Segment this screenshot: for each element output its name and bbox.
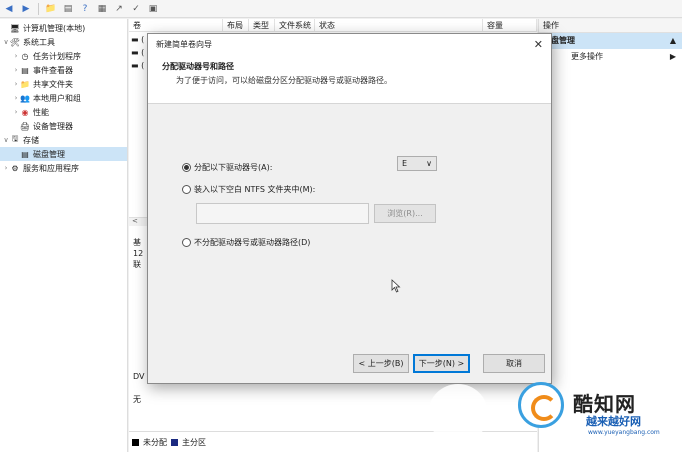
dialog-titlebar[interactable]: 新建简单卷向导 ✕ — [148, 34, 551, 54]
browse-button[interactable]: 浏览(R)... — [374, 204, 436, 223]
legend-primary-swatch — [171, 438, 178, 446]
console-tree: 🖥 计算机管理(本地) ∨ 🛠 系统工具 › ◷ 任务计划程序 › ▤ 事件查看… — [0, 19, 128, 452]
close-icon[interactable]: ✕ — [534, 38, 543, 51]
computer-icon: 🖥 — [9, 23, 21, 33]
col-volume[interactable]: 卷 — [129, 19, 223, 31]
folder-path-input[interactable] — [196, 203, 369, 224]
column-header: 卷 布局 类型 文件系统 状态 容量 — [129, 19, 537, 32]
dialog-description: 为了便于访问，可以给磁盘分区分配驱动器号或驱动器路径。 — [176, 76, 392, 85]
volume-row[interactable]: ▬ ( — [131, 61, 144, 70]
tree-item-shared-folders[interactable]: › 📁 共享文件夹 — [0, 77, 127, 91]
cdrom-info[interactable]: DV 无 — [133, 371, 145, 405]
shared-folder-icon: 📁 — [20, 79, 30, 89]
chevron-down-icon[interactable]: ∨ — [2, 136, 10, 144]
chevron-right-icon[interactable]: › — [12, 94, 20, 102]
help-icon[interactable]: ? — [78, 2, 92, 16]
col-filesystem[interactable]: 文件系统 — [275, 19, 315, 31]
back-arrow-icon[interactable]: ◀ — [2, 2, 16, 16]
volume-row[interactable]: ▬ ( — [131, 35, 144, 44]
disk-0-info[interactable]: 基 12 联 — [133, 237, 143, 270]
option-no-drive-letter[interactable]: 不分配驱动器号或驱动器路径(D) — [182, 237, 310, 248]
chevron-right-icon[interactable]: › — [12, 108, 20, 116]
option-mount-ntfs-folder[interactable]: 装入以下空白 NTFS 文件夹中(M): — [182, 184, 315, 195]
view-icon[interactable]: ▣ — [146, 2, 160, 16]
chevron-right-icon[interactable]: › — [12, 66, 20, 74]
col-layout[interactable]: 布局 — [223, 19, 249, 31]
option-assign-drive-letter[interactable]: 分配以下驱动器号(A): — [182, 162, 272, 173]
toolbar-divider — [38, 2, 39, 15]
more-actions-item[interactable]: 更多操作 ▶ — [539, 49, 682, 65]
dialog-header: 分配驱动器号和路径 为了便于访问，可以给磁盘分区分配驱动器号或驱动器路径。 — [148, 54, 551, 104]
tree-item-storage[interactable]: ∨ 🖫 存储 — [0, 133, 127, 147]
chevron-down-icon: ∨ — [426, 159, 432, 168]
radio-mount-ntfs-folder[interactable] — [182, 185, 191, 194]
tree-item-disk-management[interactable]: ▤ 磁盘管理 — [0, 147, 127, 161]
dialog-heading: 分配驱动器号和路径 — [162, 62, 234, 71]
drive-letter-select[interactable]: E ∨ — [397, 156, 437, 171]
mouse-cursor-icon — [391, 279, 401, 293]
radio-no-drive-letter[interactable] — [182, 238, 191, 247]
console-tree-icon[interactable]: ▤ — [61, 2, 75, 16]
legend-unallocated-swatch — [132, 438, 139, 446]
col-capacity[interactable]: 容量 — [483, 19, 537, 31]
users-icon: 👥 — [20, 93, 30, 103]
tools-icon: 🛠 — [9, 37, 21, 47]
scroll-left-icon[interactable]: < — [132, 217, 138, 225]
event-log-icon: ▤ — [21, 65, 29, 75]
properties-icon[interactable]: ▦ — [95, 2, 109, 16]
chevron-right-icon[interactable]: › — [12, 80, 20, 88]
tree-item-event-viewer[interactable]: › ▤ 事件查看器 — [0, 63, 127, 77]
tree-item-system-tools[interactable]: ∨ 🛠 系统工具 — [0, 35, 127, 49]
chevron-right-icon[interactable]: › — [12, 52, 20, 60]
actions-pane: 操作 磁盘管理 ▲ 更多操作 ▶ — [538, 19, 682, 452]
tree-item-services-apps[interactable]: › ⚙ 服务和应用程序 — [0, 161, 127, 175]
submenu-arrow-icon: ▶ — [669, 52, 676, 61]
tree-item-device-manager[interactable]: 🖨 设备管理器 — [0, 119, 127, 133]
actions-header: 操作 — [539, 19, 682, 33]
new-simple-volume-wizard: 新建简单卷向导 ✕ 分配驱动器号和路径 为了便于访问，可以给磁盘分区分配驱动器号… — [147, 33, 552, 384]
cancel-button[interactable]: 取消 — [483, 354, 545, 373]
device-manager-icon: 🖨 — [19, 121, 31, 131]
chevron-down-icon[interactable]: ∨ — [2, 38, 10, 46]
services-icon: ⚙ — [11, 163, 19, 173]
col-status[interactable]: 状态 — [315, 19, 483, 31]
collapse-up-icon[interactable]: ▲ — [670, 33, 676, 49]
legend-bar: 未分配 主分区 — [129, 431, 537, 452]
clock-icon: ◷ — [21, 51, 29, 61]
performance-icon: ◉ — [21, 107, 29, 117]
radio-assign-drive-letter[interactable] — [182, 163, 191, 172]
toolbar: ◀ ▶ 📁 ▤ ? ▦ ↗ ✓ ▣ — [0, 0, 682, 18]
col-type[interactable]: 类型 — [249, 19, 275, 31]
chevron-right-icon[interactable]: › — [2, 164, 10, 172]
tree-item-root[interactable]: 🖥 计算机管理(本地) — [0, 21, 127, 35]
connect-icon[interactable]: ↗ — [112, 2, 126, 16]
dialog-title: 新建简单卷向导 — [156, 39, 212, 49]
volume-row[interactable]: ▬ ( — [131, 48, 144, 57]
tree-item-local-users[interactable]: › 👥 本地用户和组 — [0, 91, 127, 105]
up-folder-icon[interactable]: 📁 — [44, 2, 58, 16]
check-icon[interactable]: ✓ — [129, 2, 143, 16]
next-button[interactable]: 下一步(N) > — [413, 354, 470, 373]
tree-item-performance[interactable]: › ◉ 性能 — [0, 105, 127, 119]
disk-icon: ▤ — [21, 149, 29, 159]
tree-item-task-scheduler[interactable]: › ◷ 任务计划程序 — [0, 49, 127, 63]
forward-arrow-icon[interactable]: ▶ — [19, 2, 33, 16]
storage-icon: 🖫 — [11, 134, 19, 143]
actions-section-disk-management[interactable]: 磁盘管理 ▲ — [539, 33, 682, 49]
back-button[interactable]: < 上一步(B) — [353, 354, 409, 373]
